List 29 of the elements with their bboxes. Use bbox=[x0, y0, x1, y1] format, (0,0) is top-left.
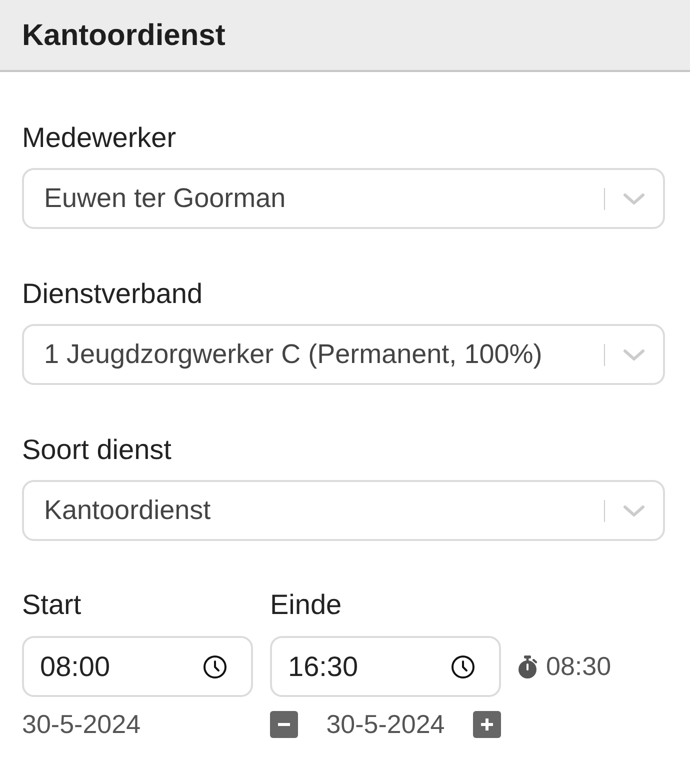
next-day-button[interactable] bbox=[472, 710, 501, 738]
duration-value: 08:30 bbox=[546, 650, 612, 683]
plus-icon bbox=[472, 710, 501, 738]
start-date: 30-5-2024 bbox=[22, 708, 141, 740]
end-date: 30-5-2024 bbox=[326, 708, 445, 740]
chevron-down-icon bbox=[623, 192, 645, 204]
stopwatch-icon bbox=[517, 654, 538, 678]
chevron-down-icon bbox=[623, 504, 645, 516]
page-title: Kantoordienst bbox=[22, 18, 226, 54]
field-label: Soort dienst bbox=[22, 436, 172, 464]
select-field[interactable]: Kantoordienst bbox=[22, 480, 665, 541]
select-field[interactable]: 1 Jeugdzorgwerker C (Permanent, 100%) bbox=[22, 324, 665, 385]
select-value: Kantoordienst bbox=[43, 494, 212, 528]
field-label: Dienstverband bbox=[22, 280, 203, 308]
clock-icon bbox=[451, 654, 475, 678]
select-field[interactable]: Euwen ter Goorman bbox=[22, 168, 665, 229]
chevron-down-icon bbox=[623, 348, 645, 360]
previous-day-button[interactable] bbox=[270, 710, 298, 738]
time-input[interactable]: 16:30 bbox=[270, 636, 501, 697]
time-value: 08:00 bbox=[40, 650, 110, 684]
time-input[interactable]: 08:00 bbox=[22, 636, 253, 697]
field-label: Medewerker bbox=[22, 124, 176, 152]
select-value: Euwen ter Goorman bbox=[43, 182, 287, 216]
field-label: Start bbox=[22, 591, 82, 619]
clock-icon bbox=[203, 654, 227, 678]
minus-icon bbox=[270, 710, 298, 738]
select-value: 1 Jeugdzorgwerker C (Permanent, 100%) bbox=[43, 338, 544, 372]
time-value: 16:30 bbox=[288, 650, 358, 684]
field-label: Einde bbox=[270, 591, 342, 619]
